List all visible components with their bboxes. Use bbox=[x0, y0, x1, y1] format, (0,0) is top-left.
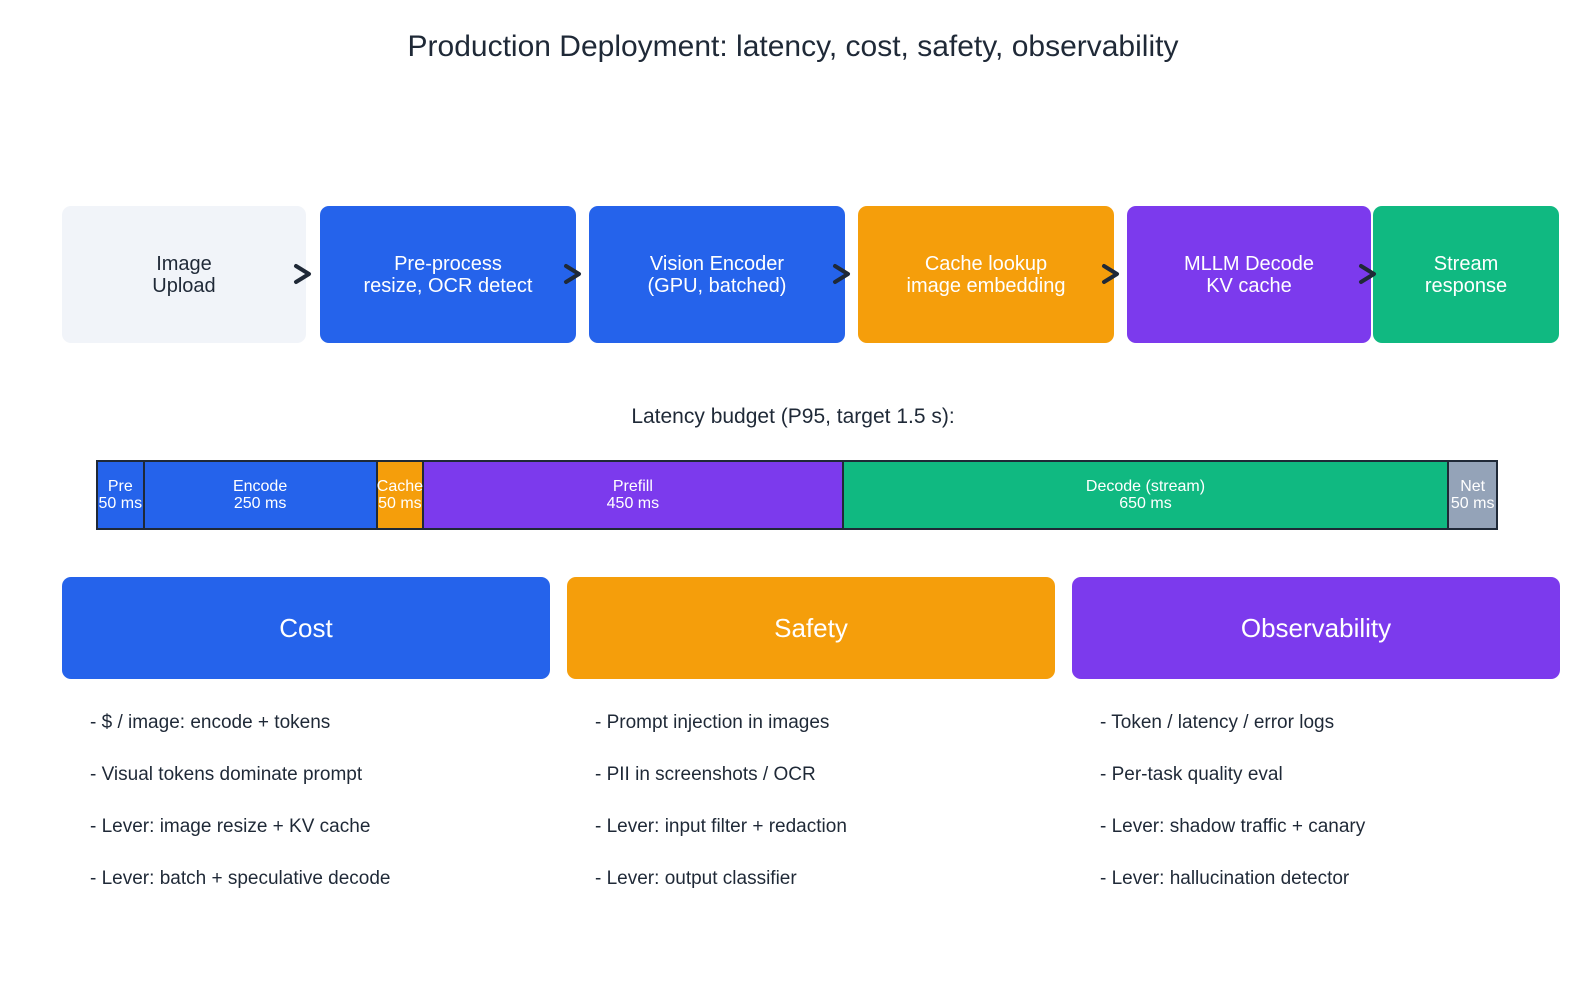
budget-segment-prefill: Prefill 450 ms bbox=[424, 462, 844, 528]
budget-segment-net: Net 50 ms bbox=[1449, 462, 1496, 528]
arrow-right-icon bbox=[562, 258, 586, 290]
pillar-list-item: - Lever: batch + speculative decode bbox=[90, 868, 391, 889]
budget-segment-name: Encode bbox=[232, 478, 288, 495]
pillar-list-item: - $ / image: encode + tokens bbox=[90, 712, 331, 733]
budget-segment-name: Cache bbox=[376, 478, 424, 495]
arrow-right-icon bbox=[1100, 258, 1124, 290]
arrow-right-icon bbox=[831, 258, 855, 290]
pillar-list-item: - Lever: hallucination detector bbox=[1100, 868, 1350, 889]
budget-segment-value: 50 ms bbox=[1450, 495, 1495, 512]
stage-label-line: MLLM Decode bbox=[1183, 252, 1315, 275]
pillar-list-cost: - $ / image: encode + tokens - Visual tok… bbox=[90, 710, 560, 918]
stage-label-line: image embedding bbox=[906, 274, 1066, 297]
stage-pre-process: Pre-process resize, OCR detect bbox=[320, 206, 576, 343]
budget-segment-decode-stream: Decode (stream) 650 ms bbox=[843, 462, 1450, 528]
pillar-list-item: - PII in screenshots / OCR bbox=[595, 764, 816, 785]
stage-mllm-decode: MLLM Decode KV cache bbox=[1127, 206, 1371, 343]
budget-segment-value: 50 ms bbox=[98, 495, 143, 512]
latency-budget-title: Latency budget (P95, target 1.5 s): bbox=[631, 405, 955, 428]
pillar-list-item: - Token / latency / error logs bbox=[1100, 712, 1335, 733]
stage-cache-lookup: Cache lookup image embedding bbox=[858, 206, 1114, 343]
pillar-list-item: - Per-task quality eval bbox=[1100, 764, 1283, 785]
budget-segment-pre: Pre 50 ms bbox=[98, 462, 145, 528]
latency-budget-bar: Pre 50 ms Encode 250 ms Cache 50 ms Prefill 450… bbox=[96, 460, 1498, 530]
pillar-list-item: - Lever: image resize + KV cache bbox=[90, 816, 371, 837]
budget-segment-value: 50 ms bbox=[378, 495, 422, 512]
stage-image-upload: Image Upload bbox=[62, 206, 306, 343]
pillar-list-item: - Lever: shadow traffic + canary bbox=[1100, 816, 1366, 837]
budget-segment-name: Prefill bbox=[612, 478, 653, 495]
stage-label-line: Vision Encoder bbox=[649, 252, 785, 275]
diagram-title: Production Deployment: latency, cost, sa… bbox=[407, 30, 1179, 63]
budget-segment-cache: Cache 50 ms bbox=[376, 462, 425, 528]
budget-segment-value: 650 ms bbox=[1119, 495, 1172, 512]
budget-segment-value: 450 ms bbox=[606, 495, 660, 512]
stage-label-line: Pre-process bbox=[394, 252, 502, 275]
stage-label-line: KV cache bbox=[1206, 274, 1292, 297]
pillar-list-safety: - Prompt injection in images - PII in scr… bbox=[595, 710, 1065, 918]
arrow-right-icon bbox=[1357, 258, 1381, 290]
stage-stream-response: Stream response bbox=[1373, 206, 1559, 343]
stage-label-line: resize, OCR detect bbox=[363, 274, 533, 297]
pillar-header-cost: Cost bbox=[62, 577, 550, 679]
budget-segment-name: Net bbox=[1460, 478, 1486, 495]
stage-label-line: Image bbox=[156, 252, 212, 275]
budget-segment-encode: Encode 250 ms bbox=[144, 462, 378, 528]
pillar-header-safety: Safety bbox=[567, 577, 1055, 679]
budget-segment-value: 250 ms bbox=[233, 495, 287, 512]
budget-segment-name: Pre bbox=[107, 478, 133, 495]
stage-vision-encoder: Vision Encoder (GPU, batched) bbox=[589, 206, 845, 343]
pillar-list-item: - Prompt injection in images bbox=[595, 712, 830, 733]
arrow-right-icon bbox=[292, 258, 316, 290]
pillar-list-item: - Visual tokens dominate prompt bbox=[90, 764, 363, 785]
pillar-header-observability: Observability bbox=[1072, 577, 1560, 679]
stage-label-line: response bbox=[1424, 274, 1508, 297]
stage-label-line: Stream bbox=[1433, 252, 1499, 275]
budget-segment-name: Decode (stream) bbox=[1085, 478, 1206, 495]
pillar-list-observability: - Token / latency / error logs - Per-task… bbox=[1100, 710, 1570, 918]
pillar-list-item: - Lever: output classifier bbox=[595, 868, 797, 889]
stage-label-line: Cache lookup bbox=[924, 252, 1048, 275]
stage-label-line: (GPU, batched) bbox=[647, 274, 787, 297]
stage-label-line: Upload bbox=[152, 274, 216, 297]
pillar-list-item: - Lever: input filter + redaction bbox=[595, 816, 847, 837]
